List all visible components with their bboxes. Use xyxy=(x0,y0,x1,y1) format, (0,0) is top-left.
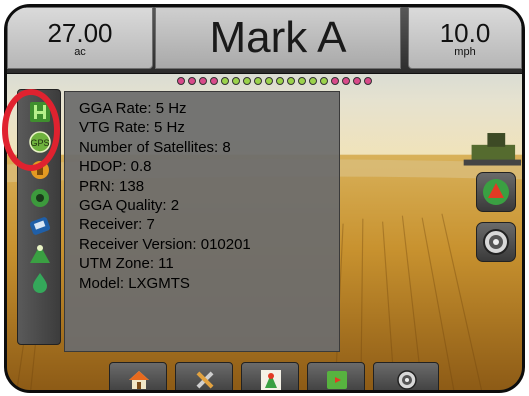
lightbar-led xyxy=(265,77,273,85)
bottom-nav xyxy=(109,362,439,390)
tilt-icon[interactable] xyxy=(28,214,52,238)
lightbar-led xyxy=(320,77,328,85)
lightbar-led xyxy=(276,77,284,85)
prn: PRN: 138 xyxy=(79,177,145,195)
lightbar-led xyxy=(254,77,262,85)
hdop: HDOP: 0.8 xyxy=(79,158,152,176)
lightbar-led xyxy=(210,77,218,85)
gps-info-panel: GGA Rate: 5 Hz VTG Rate: 5 Hz Number of … xyxy=(64,91,340,352)
area-value: 27.00 xyxy=(47,18,113,48)
lightbar-led xyxy=(331,77,339,85)
lightbar-led xyxy=(177,77,185,85)
lightbar-led xyxy=(232,77,240,85)
lightbar-led xyxy=(287,77,295,85)
area-readout[interactable]: 27.00 ac xyxy=(7,7,153,69)
vehicle-view-icon xyxy=(261,370,281,390)
guidance-screen: 27.00 ac Mark A 10.0 mph GPS GGA Rate: 5… xyxy=(4,4,525,393)
model: Model: LXGMTS xyxy=(79,274,190,292)
lightbar-led xyxy=(353,77,361,85)
top-bar: 27.00 ac Mark A 10.0 mph xyxy=(7,7,522,74)
tools-icon xyxy=(196,371,214,389)
vtg-rate: VTG Rate: 5 Hz xyxy=(79,119,185,137)
rate-icon[interactable] xyxy=(28,270,52,294)
lightbar-led xyxy=(342,77,350,85)
lightbar xyxy=(177,77,375,87)
satellite-count: Number of Satellites: 8 xyxy=(79,138,231,156)
vehicle-view-icon xyxy=(483,179,509,205)
camera-button[interactable] xyxy=(476,222,516,262)
vehicle-view-tab[interactable] xyxy=(241,362,299,390)
home-icon xyxy=(129,371,149,389)
camera-tab[interactable] xyxy=(373,362,439,390)
map-view-tab[interactable] xyxy=(307,362,365,390)
speed-unit: mph xyxy=(454,46,476,58)
lightbar-led xyxy=(298,77,306,85)
steering-icon[interactable] xyxy=(28,186,52,210)
map-view-icon xyxy=(327,371,347,389)
home-button[interactable] xyxy=(109,362,167,390)
area-unit: ac xyxy=(74,46,86,58)
gga-rate: GGA Rate: 5 Hz xyxy=(79,100,187,117)
guideline-title[interactable]: Mark A xyxy=(155,7,401,69)
lightbar-led xyxy=(309,77,317,85)
lightbar-led xyxy=(243,77,251,85)
vehicle-view-button[interactable] xyxy=(476,172,516,212)
highlight-ring xyxy=(2,89,60,171)
utm-zone: UTM Zone: 11 xyxy=(79,255,174,273)
receiver: Receiver: 7 xyxy=(79,216,155,234)
camera-icon xyxy=(397,370,417,390)
gga-quality: GGA Quality: 2 xyxy=(79,197,180,215)
receiver-version: Receiver Version: 010201 xyxy=(79,235,251,253)
camera-icon xyxy=(483,229,509,255)
lightbar-led xyxy=(188,77,196,85)
lightbar-led xyxy=(199,77,207,85)
speed-readout[interactable]: 10.0 mph xyxy=(408,7,522,69)
lightbar-led xyxy=(221,77,229,85)
tools-button[interactable] xyxy=(175,362,233,390)
speed-value: 10.0 xyxy=(439,18,491,48)
lightbar-led xyxy=(364,77,372,85)
guideline-name: Mark A xyxy=(209,13,347,62)
coverage-icon[interactable] xyxy=(28,242,52,266)
